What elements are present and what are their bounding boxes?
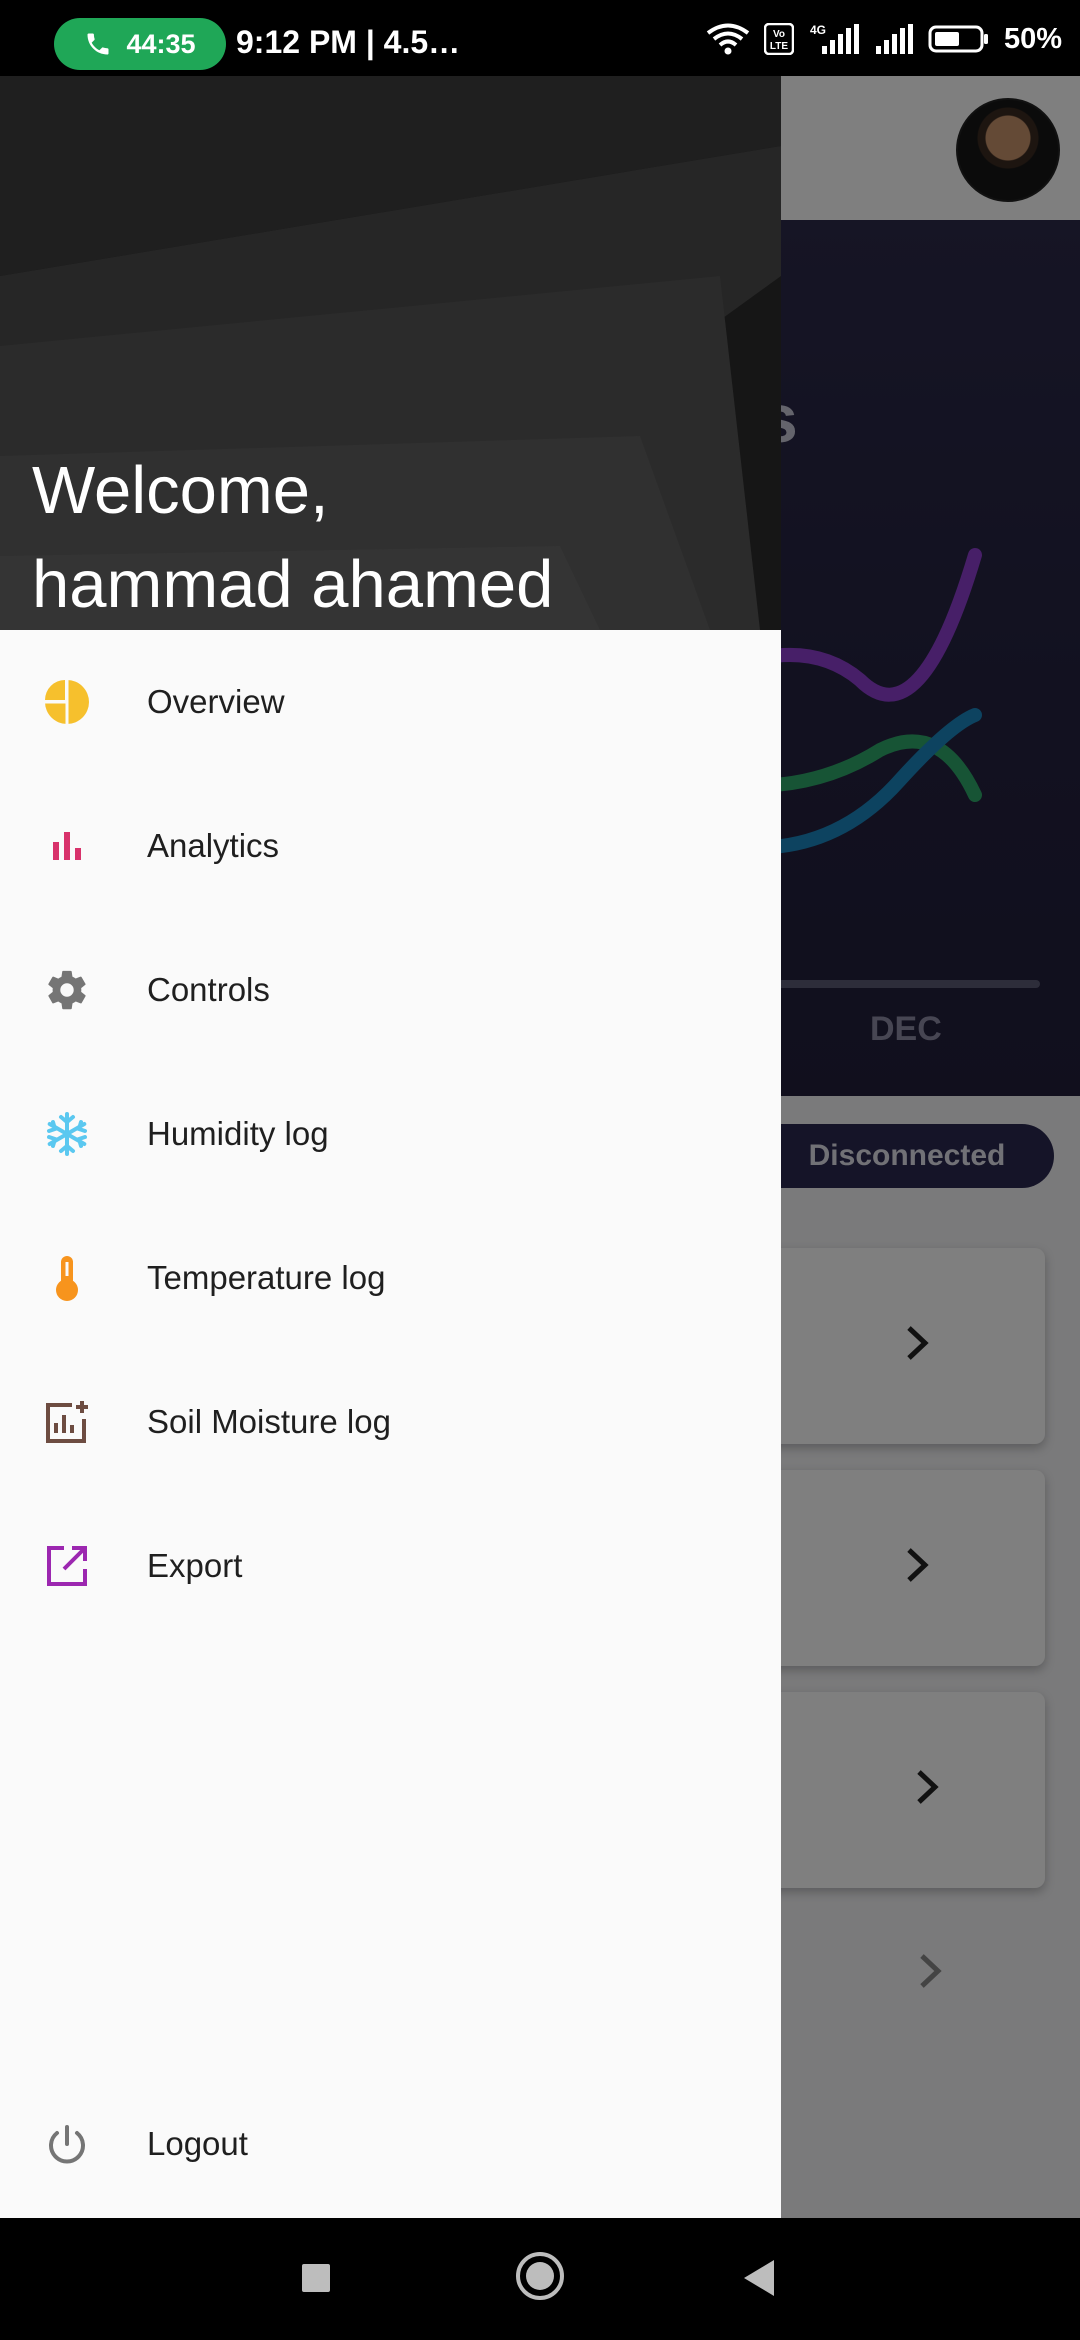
system-navigation-bar [0,2218,1080,2340]
menu-item-label: Soil Moisture log [147,1403,391,1440]
drawer-menu: Overview Analytics Controls Humidity log… [0,630,781,1638]
welcome-greeting: Welcome, [32,453,329,528]
svg-text:Vo: Vo [773,29,785,40]
menu-item-controls[interactable]: Controls [0,918,781,1062]
power-icon [42,2121,92,2171]
menu-item-temperature-log[interactable]: Temperature log [0,1206,781,1350]
svg-text:4G: 4G [810,23,826,37]
recents-button[interactable] [300,2262,332,2294]
snowflake-icon [42,1109,92,1159]
battery-icon [928,25,988,53]
phone-icon [87,33,109,55]
user-name: hammad ahamed [32,547,554,622]
status-time: 9:12 PM | 4.5… [236,24,461,60]
add-chart-icon [42,1397,92,1447]
back-button[interactable] [742,2258,778,2298]
status-icons: Vo LTE 4G 50% [706,22,1062,56]
status-bar: 44:35 9:12 PM | 4.5… Vo LTE 4G 50% [0,0,1080,76]
menu-item-soil-moisture-log[interactable]: Soil Moisture log [0,1350,781,1494]
home-button[interactable] [514,2250,566,2302]
app-screen: 44:35 9:12 PM | 4.5… Vo LTE 4G 50% Welco… [0,0,1080,2340]
menu-item-humidity-log[interactable]: Humidity log [0,1062,781,1206]
signal-4g-icon: 4G [810,23,859,54]
menu-item-label: Analytics [147,827,280,864]
ongoing-call-pill[interactable]: 44:35 [54,18,226,70]
menu-item-label: Controls [147,971,270,1008]
menu-item-label: Humidity log [147,1115,329,1152]
gear-icon [42,965,92,1015]
battery-percent: 50% [1003,22,1062,55]
svg-text:LTE: LTE [770,41,788,52]
menu-item-label: Export [147,1547,243,1584]
menu-item-overview[interactable]: Overview [0,630,781,774]
navigation-drawer: Welcome, hammad ahamed Overview Analytic… [0,76,781,2218]
welcome-text: Welcome, hammad ahamed [32,444,553,630]
menu-item-label: Temperature log [147,1259,386,1296]
pie-chart-icon [42,677,92,727]
export-icon [42,1541,92,1591]
menu-item-label: Overview [147,683,285,720]
thermometer-icon [42,1253,92,1303]
bar-chart-icon [42,821,92,871]
volte-icon: Vo LTE [763,23,794,55]
signal-icon [875,24,913,54]
wifi-icon [706,23,750,55]
menu-item-analytics[interactable]: Analytics [0,774,781,918]
logout-label: Logout [147,2125,248,2162]
menu-item-logout[interactable]: Logout [0,2076,781,2216]
call-timer: 44:35 [126,28,196,59]
drawer-header: Welcome, hammad ahamed [0,76,781,630]
menu-item-export[interactable]: Export [0,1494,781,1638]
